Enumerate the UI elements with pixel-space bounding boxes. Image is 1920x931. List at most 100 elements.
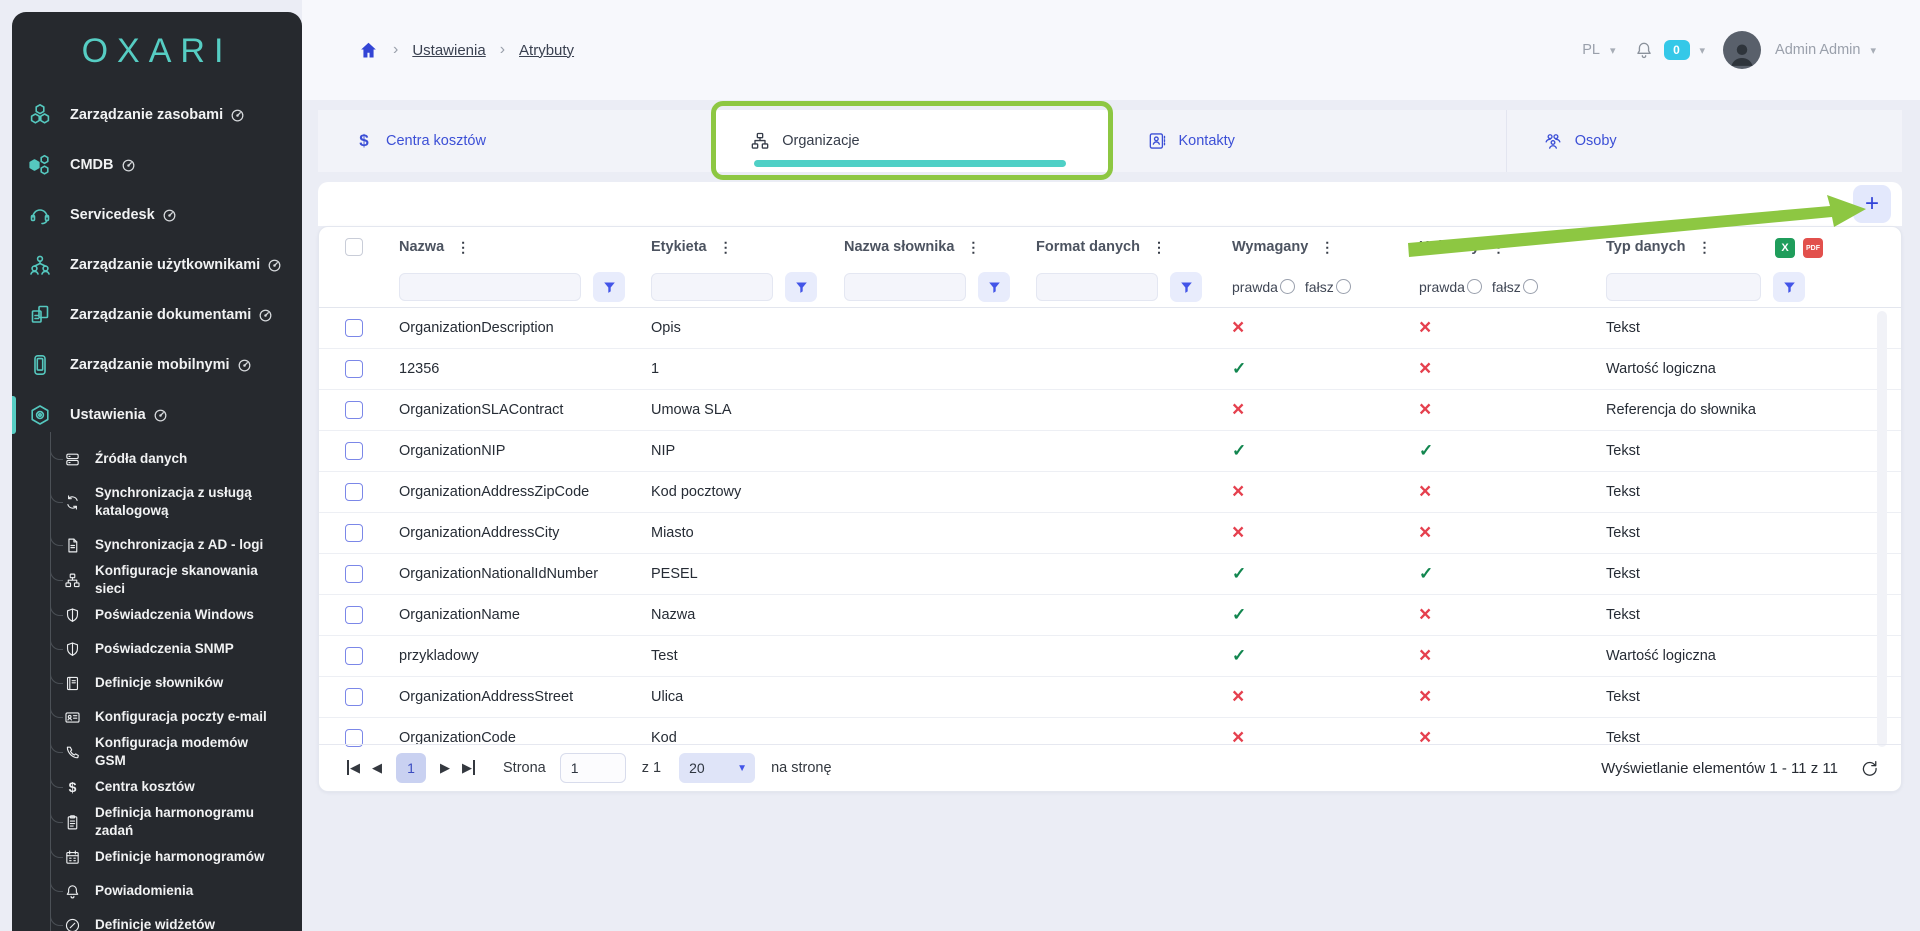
cell-nazwa: OrganizationNationalIdNumber [399,566,651,582]
filter-input-etykieta[interactable] [651,273,773,301]
column-menu-icon[interactable] [1150,239,1168,256]
sidebar-subitem-3[interactable]: Konfiguracje skanowania sieci [12,562,302,598]
filter-input-typ-danych[interactable] [1606,273,1761,301]
table-row-4[interactable]: OrganizationAddressZipCodeKod pocztowyTe… [319,472,1901,513]
sidebar-subitem-1[interactable]: Synchronizacja z usługą katalogową [12,476,302,528]
row-checkbox[interactable] [345,360,363,378]
add-attribute-button[interactable]: + [1853,185,1891,223]
row-checkbox[interactable] [345,524,363,542]
bell-icon[interactable] [1634,40,1654,60]
cell-etykieta: Umowa SLA [651,402,844,418]
sidebar-item-3[interactable]: Zarządzanie użytkownikami [12,240,302,290]
sidebar-subitem-2[interactable]: Synchronizacja z AD - logi [12,528,302,562]
sidebar-item-2[interactable]: Servicedesk [12,190,302,240]
filter-input-format-danych[interactable] [1036,273,1158,301]
sidebar-subitem-10[interactable]: Definicja harmonogramu zadań [12,804,302,840]
gear-icon [28,403,52,427]
column-menu-icon[interactable] [1318,239,1336,256]
column-menu-icon[interactable] [1696,239,1714,256]
gauge-icon [267,258,282,273]
page-size-select[interactable]: 20 ▼ [679,753,755,783]
table-scrollbar[interactable] [1877,311,1887,747]
first-page-icon[interactable] [341,758,366,778]
last-page-icon[interactable] [456,758,481,778]
row-checkbox[interactable] [345,401,363,419]
database-icon [64,451,81,468]
table-row-8[interactable]: przykladowyTestWartość logiczna [319,636,1901,677]
row-checkbox[interactable] [345,483,363,501]
cell-typ-danych: Tekst [1606,689,1901,705]
avatar[interactable] [1723,31,1761,69]
hexagons-icon [28,103,52,127]
row-checkbox[interactable] [345,442,363,460]
sidebar-subitem-9[interactable]: $Centra kosztów [12,770,302,804]
refresh-icon[interactable] [1860,759,1879,778]
sidebar-item-1[interactable]: CMDB [12,140,302,190]
column-menu-icon[interactable] [1489,239,1507,256]
table-row-0[interactable]: OrganizationDescriptionOpisTekst [319,308,1901,349]
filter-funnel-icon[interactable] [978,272,1010,302]
sidebar-item-6[interactable]: Ustawienia [12,390,302,440]
cell-nazwa: OrganizationAddressStreet [399,689,651,705]
sidebar-subitem-6[interactable]: Definicje słowników [12,666,302,700]
next-page-icon[interactable] [434,758,456,778]
table-row-2[interactable]: OrganizationSLAContractUmowa SLAReferenc… [319,390,1901,431]
chevron-down-icon[interactable]: ▾ [1700,44,1706,57]
page-number-input[interactable] [560,753,626,783]
table-row-5[interactable]: OrganizationAddressCityMiastoTekst [319,513,1901,554]
filter-input-nazwa-slownika[interactable] [844,273,966,301]
sidebar-subitem-12[interactable]: Powiadomienia [12,874,302,908]
radio-falsz[interactable] [1336,279,1351,294]
sidebar-subitem-5[interactable]: Poświadczenia SNMP [12,632,302,666]
column-menu-icon[interactable] [717,239,735,256]
filter-funnel-icon[interactable] [1170,272,1202,302]
column-menu-icon[interactable] [964,239,982,256]
filter-funnel-icon[interactable] [1773,272,1805,302]
export-excel-icon[interactable]: X [1775,238,1795,258]
sidebar-subitem-13[interactable]: Definicje widżetów [12,908,302,931]
table-row-3[interactable]: OrganizationNIPNIPTekst [319,431,1901,472]
table-row-9[interactable]: OrganizationAddressStreetUlicaTekst [319,677,1901,718]
sidebar-subitem-8[interactable]: Konfiguracja modemów GSM [12,734,302,770]
table-row-7[interactable]: OrganizationNameNazwaTekst [319,595,1901,636]
home-icon[interactable] [358,40,379,61]
tab-centra-koszt-w[interactable]: $Centra kosztów [318,110,714,172]
tab-organizacje[interactable]: Organizacje [714,110,1110,172]
sidebar-subitem-0[interactable]: Źródła danych [12,442,302,476]
radio-prawda[interactable] [1280,279,1295,294]
breadcrumb-ustawienia[interactable]: Ustawienia [412,42,485,59]
check-icon [1419,564,1433,583]
current-page-button[interactable]: 1 [396,753,426,783]
row-checkbox[interactable] [345,565,363,583]
sidebar-subitem-7[interactable]: Konfiguracja poczty e-mail [12,700,302,734]
filter-funnel-icon[interactable] [593,272,625,302]
sidebar-subitem-4[interactable]: Poświadczenia Windows [12,598,302,632]
prev-page-icon[interactable] [366,758,388,778]
chevron-down-icon[interactable]: ▾ [1870,44,1876,57]
chevron-down-icon[interactable]: ▾ [1610,44,1616,57]
row-checkbox[interactable] [345,647,363,665]
sidebar-item-5[interactable]: Zarządzanie mobilnymi [12,340,302,390]
column-menu-icon[interactable] [454,239,472,256]
sidebar-item-0[interactable]: Zarządzanie zasobami [12,90,302,140]
sidebar-subitem-11[interactable]: Definicje harmonogramów [12,840,302,874]
table-row-1[interactable]: 123561Wartość logiczna [319,349,1901,390]
tab-osoby[interactable]: Osoby [1507,110,1902,172]
select-all-checkbox[interactable] [345,238,363,256]
row-checkbox[interactable] [345,606,363,624]
radio-prawda[interactable] [1467,279,1482,294]
sidebar-main-nav: Zarządzanie zasobamiCMDBServicedeskZarzą… [12,90,302,440]
filter-funnel-icon[interactable] [785,272,817,302]
row-checkbox[interactable] [345,688,363,706]
filter-input-nazwa[interactable] [399,273,581,301]
export-pdf-icon[interactable]: PDF [1803,238,1823,258]
notification-badge[interactable]: 0 [1664,40,1690,60]
table-row-6[interactable]: OrganizationNationalIdNumberPESELTekst [319,554,1901,595]
language-selector[interactable]: PL [1582,42,1600,58]
x-icon [1419,483,1431,502]
breadcrumb-atrybuty[interactable]: Atrybuty [519,42,574,59]
radio-falsz[interactable] [1523,279,1538,294]
tab-kontakty[interactable]: Kontakty [1111,110,1507,172]
sidebar-item-4[interactable]: Zarządzanie dokumentami [12,290,302,340]
row-checkbox[interactable] [345,319,363,337]
